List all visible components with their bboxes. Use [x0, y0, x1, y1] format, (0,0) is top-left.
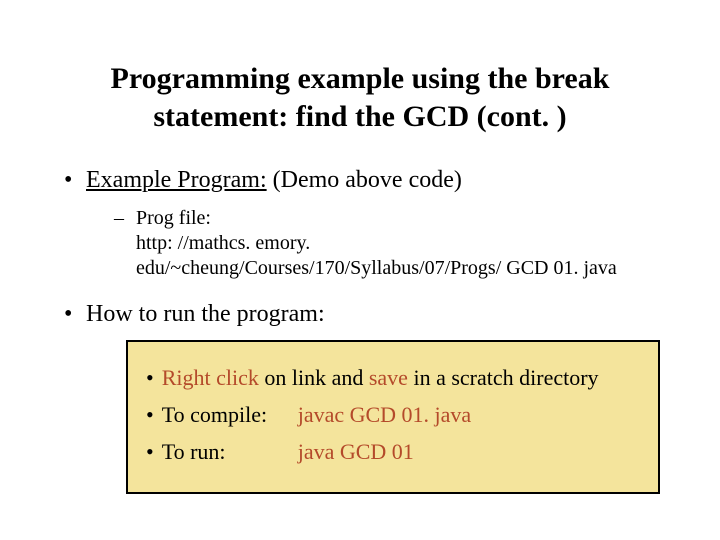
box-bullet-icon: • — [146, 364, 154, 393]
box-bullet-icon: • — [146, 401, 154, 430]
box-row-compile: • To compile: javac GCD 01. java — [146, 401, 640, 430]
prog-file-url: http: //mathcs. emory. edu/~cheung/Cours… — [136, 231, 670, 281]
right-click-accent: Right click — [162, 365, 259, 390]
example-program-label: Example Program: — [86, 167, 267, 193]
sub-bullet-list: Prog file: http: //mathcs. emory. edu/~c… — [86, 206, 670, 281]
bullet-list: Example Program: (Demo above code) Prog … — [50, 165, 670, 494]
row1-mid: on link and — [259, 365, 369, 390]
row1-end: in a scratch directory — [408, 365, 599, 390]
compile-command: javac GCD 01. java — [298, 401, 472, 430]
slide-title: Programming example using the break stat… — [80, 60, 640, 135]
title-line-2: statement: find the GCD (cont. ) — [153, 100, 566, 133]
compile-label: To compile: — [162, 401, 292, 430]
title-line-1: Programming example using the break — [111, 62, 610, 95]
box-row-run: • To run: java GCD 01 — [146, 438, 640, 467]
example-program-suffix: (Demo above code) — [267, 167, 462, 193]
bullet-example-program: Example Program: (Demo above code) Prog … — [60, 165, 670, 281]
slide: Programming example using the break stat… — [0, 0, 720, 540]
box-bullet-icon: • — [146, 438, 154, 467]
run-label: To run: — [162, 438, 292, 467]
bullet-how-to-run: How to run the program: • Right click on… — [60, 299, 670, 494]
instructions-box: • Right click on link and save in a scra… — [126, 340, 660, 494]
how-to-run-label: How to run the program: — [86, 301, 325, 327]
box-row-right-click: • Right click on link and save in a scra… — [146, 364, 640, 393]
box-row1-text: Right click on link and save in a scratc… — [162, 364, 599, 393]
prog-file-label: Prog file: — [136, 207, 211, 229]
run-command: java GCD 01 — [298, 438, 414, 467]
sub-bullet-prog-file: Prog file: http: //mathcs. emory. edu/~c… — [114, 206, 670, 281]
save-accent: save — [369, 365, 408, 390]
